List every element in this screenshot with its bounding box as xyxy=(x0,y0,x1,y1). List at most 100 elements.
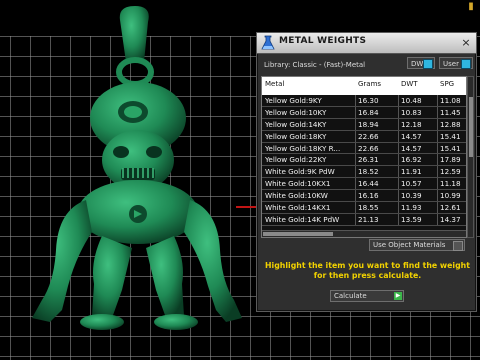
column-divider xyxy=(355,95,356,106)
cell-spg: 11.08 xyxy=(440,96,461,105)
unit-user-toggle[interactable]: User xyxy=(439,57,473,69)
beaker-icon xyxy=(261,35,275,50)
cell-metal: Yellow Gold:14KY xyxy=(265,119,327,129)
column-divider xyxy=(398,118,399,130)
toggle-indicator-icon xyxy=(461,59,471,69)
cell-dwt: 16.92 xyxy=(401,155,422,165)
cell-grams: 18.55 xyxy=(358,203,379,213)
column-divider xyxy=(398,213,399,225)
cell-grams: 26.31 xyxy=(358,155,379,165)
calculate-button[interactable]: Calculate ▶ xyxy=(330,290,404,302)
cell-metal: White Gold:10KW xyxy=(265,191,328,201)
cell-grams: 18.94 xyxy=(358,119,379,129)
column-divider xyxy=(437,130,438,142)
cell-metal: White Gold:9K PdW xyxy=(265,167,335,177)
cell-metal: Yellow Gold:10KY xyxy=(265,107,327,117)
column-divider xyxy=(355,106,356,118)
cell-spg: 12.88 xyxy=(440,119,461,129)
column-divider xyxy=(398,178,399,190)
cell-spg: 11.45 xyxy=(440,107,461,117)
vertical-scrollbar[interactable] xyxy=(467,76,474,238)
table-header: Metal Grams DWT SPG xyxy=(262,77,466,95)
metal-weights-table[interactable]: Metal Grams DWT SPG Yellow Gold:9KY 16.30… xyxy=(261,76,467,238)
column-divider xyxy=(437,166,438,178)
cell-dwt: 12.18 xyxy=(401,119,422,129)
column-divider xyxy=(398,202,399,213)
column-divider xyxy=(398,154,399,166)
column-divider xyxy=(437,178,438,190)
close-button[interactable]: × xyxy=(460,36,472,49)
cell-grams: 16.30 xyxy=(358,96,379,105)
instruction-text: Highlight the item you want to find the … xyxy=(265,261,470,280)
library-label: Library: Classic - (Fast)-Metal xyxy=(264,61,366,69)
horizontal-scrollbar[interactable] xyxy=(262,230,466,237)
cell-grams: 22.66 xyxy=(358,143,379,153)
metal-weights-dialog[interactable]: METAL WEIGHTS × Library: Classic - (Fast… xyxy=(256,32,477,312)
column-divider xyxy=(437,95,438,106)
column-header-dwt[interactable]: DWT xyxy=(401,80,431,88)
vertical-scrollbar-thumb[interactable] xyxy=(469,97,473,157)
column-divider xyxy=(437,202,438,213)
column-divider xyxy=(437,190,438,202)
table-body: Yellow Gold:9KY 16.30 10.48 11.08 Yellow Gol… xyxy=(262,95,466,226)
cell-grams: 21.13 xyxy=(358,214,379,224)
column-header-grams[interactable]: Grams xyxy=(358,80,394,88)
cell-spg: 15.41 xyxy=(440,143,461,153)
cell-grams: 16.44 xyxy=(358,179,379,189)
use-object-materials-checkbox[interactable]: Use Object Materials xyxy=(369,239,465,251)
table-row[interactable]: Yellow Gold:9KY 16.30 10.48 11.08 xyxy=(262,95,466,107)
table-row[interactable]: Yellow Gold:18KY 22.66 14.57 15.41 xyxy=(262,130,466,143)
column-divider xyxy=(437,213,438,225)
use-object-materials-label: Use Object Materials xyxy=(373,241,446,249)
cell-spg: 12.61 xyxy=(440,203,461,213)
cell-grams: 16.16 xyxy=(358,191,379,201)
cell-grams: 16.84 xyxy=(358,107,379,117)
column-divider xyxy=(398,106,399,118)
cell-metal: White Gold:14KX1 xyxy=(265,203,331,213)
table-row[interactable]: Yellow Gold:18KY R... 22.66 14.57 15.41 xyxy=(262,142,466,155)
column-divider xyxy=(398,166,399,178)
table-row[interactable]: White Gold:14KX1 18.55 11.93 12.61 xyxy=(262,202,466,214)
table-row[interactable]: Yellow Gold:10KY 16.84 10.83 11.45 xyxy=(262,106,466,119)
cell-dwt: 14.57 xyxy=(401,143,422,153)
column-divider xyxy=(398,142,399,154)
cell-dwt: 10.83 xyxy=(401,107,422,117)
column-divider xyxy=(355,154,356,166)
cell-grams: 22.66 xyxy=(358,131,379,141)
table-row[interactable]: Yellow Gold:14KY 18.94 12.18 12.88 xyxy=(262,118,466,131)
cell-dwt: 13.59 xyxy=(401,214,422,224)
pendant-model[interactable] xyxy=(20,0,250,340)
column-header-spg[interactable]: SPG xyxy=(440,80,466,88)
cell-metal: Yellow Gold:18KY xyxy=(265,131,327,141)
dialog-titlebar[interactable]: METAL WEIGHTS × xyxy=(257,33,476,54)
column-divider xyxy=(437,142,438,154)
column-divider xyxy=(398,190,399,202)
table-row[interactable]: White Gold:9K PdW 18.52 11.91 12.59 xyxy=(262,166,466,179)
table-row[interactable]: White Gold:10KW 16.16 10.39 10.99 xyxy=(262,190,466,203)
checkbox-icon xyxy=(453,241,463,251)
table-row[interactable]: Yellow Gold:22KY 26.31 16.92 17.89 xyxy=(262,154,466,167)
cell-spg: 15.41 xyxy=(440,131,461,141)
cell-metal: Yellow Gold:9KY xyxy=(265,96,322,105)
column-divider xyxy=(355,118,356,130)
play-icon: ▶ xyxy=(394,292,402,300)
unit-user-label: User xyxy=(443,60,459,68)
table-row[interactable]: White Gold:10KX1 16.44 10.57 11.18 xyxy=(262,178,466,191)
toggle-indicator-icon xyxy=(423,59,433,69)
cell-spg: 10.99 xyxy=(440,191,461,201)
cell-metal: Yellow Gold:22KY xyxy=(265,155,327,165)
cell-metal: White Gold:10KX1 xyxy=(265,179,331,189)
cell-dwt: 11.93 xyxy=(401,203,422,213)
column-divider xyxy=(398,95,399,106)
cell-spg: 11.18 xyxy=(440,179,461,189)
table-row[interactable]: White Gold:14K PdW 21.13 13.59 14.37 xyxy=(262,213,466,226)
column-divider xyxy=(355,213,356,225)
cell-dwt: 10.48 xyxy=(401,96,422,105)
horizontal-scrollbar-thumb[interactable] xyxy=(263,232,333,236)
cell-dwt: 10.39 xyxy=(401,191,422,201)
column-header-metal[interactable]: Metal xyxy=(265,80,353,88)
column-divider xyxy=(398,130,399,142)
unit-dwt-toggle[interactable]: DWT xyxy=(407,57,435,69)
column-divider xyxy=(355,190,356,202)
cell-dwt: 10.57 xyxy=(401,179,422,189)
